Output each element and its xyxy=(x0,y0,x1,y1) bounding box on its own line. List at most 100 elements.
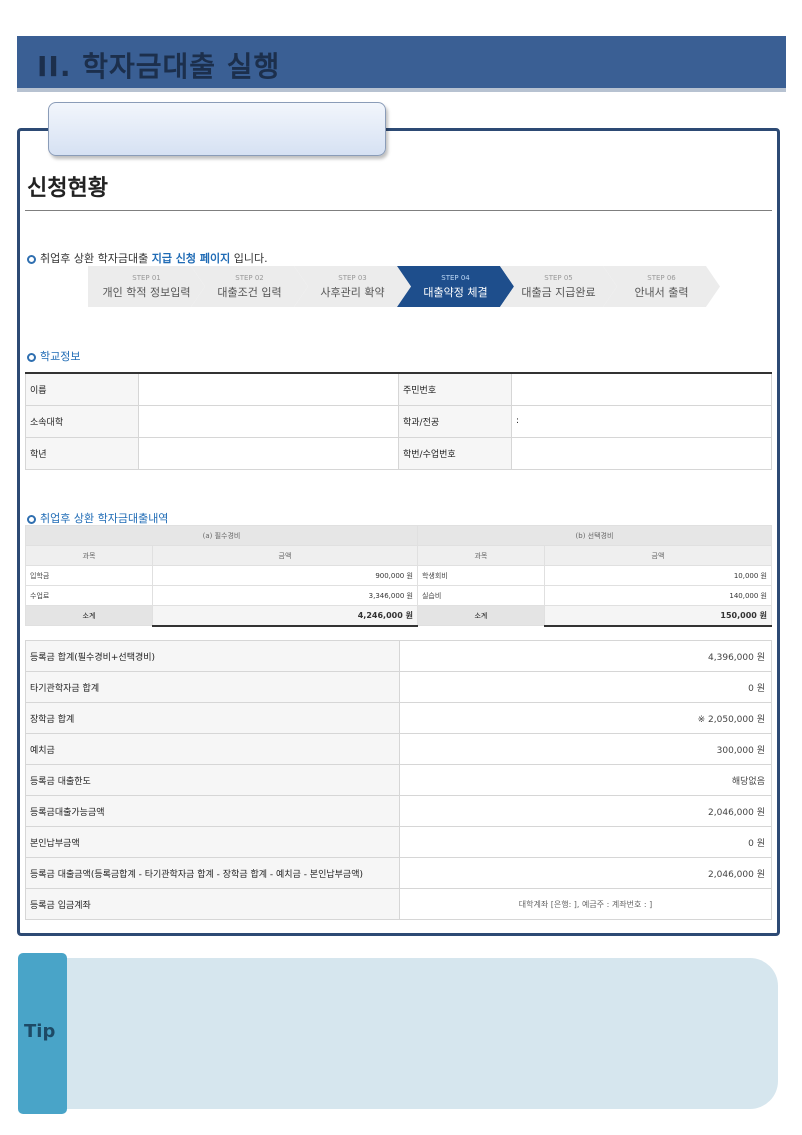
table-row: 타기관학자금 합계 0 원 xyxy=(25,671,772,703)
step-number: STEP 01 xyxy=(132,274,161,282)
step-1: STEP 01 개인 학적 정보입력 xyxy=(88,266,205,307)
tip-box xyxy=(22,958,778,1109)
name-label: 이름 xyxy=(25,372,139,406)
step-number: STEP 03 xyxy=(338,274,367,282)
account-label: 등록금 입금계좌 xyxy=(25,888,400,920)
university-value xyxy=(138,404,399,438)
table-row: 학년 학번/수업번호 xyxy=(25,436,772,470)
summary-table: 등록금 합계(필수경비+선택경비) 4,396,000 원 타기관학자금 합계 … xyxy=(25,640,772,920)
table-row: 등록금 입금계좌 대학계좌 [은행: ], 예금주 : 계좌번호 : ] xyxy=(25,888,772,920)
account-value: 대학계좌 [은행: ], 예금주 : 계좌번호 : ] xyxy=(399,888,772,920)
table-row: 입학금 900,000 원 학생회비 10,000 원 xyxy=(25,565,773,586)
a-subtotal: 4,246,000 원 xyxy=(152,605,418,627)
summary-label: 등록금대출가능금액 xyxy=(25,795,400,827)
step-6: STEP 06 안내서 출력 xyxy=(603,266,720,307)
circle-bullet-icon xyxy=(27,514,36,524)
circle-bullet-icon xyxy=(27,254,36,264)
banner-title: II. 학자금대출 실행 xyxy=(37,50,281,83)
summary-label: 등록금 대출한도 xyxy=(25,764,400,796)
table-row: 등록금 대출금액(등록금합계 - 타기관학자금 합계 - 장학금 합계 - 예치… xyxy=(25,857,772,889)
summary-label: 본인납부금액 xyxy=(25,826,400,858)
intro-highlight: 지급 신청 페이지 xyxy=(151,252,231,265)
loan-detail-title-text: 취업후 상환 학자금대출내역 xyxy=(40,512,169,525)
step-label: 안내서 출력 xyxy=(634,286,689,299)
loan-detail-table: (a) 필수경비 (b) 선택경비 과목 금액 과목 금액 입학금 900,00… xyxy=(25,525,773,627)
step-number: STEP 06 xyxy=(647,274,676,282)
table-row: 이름 주민번호 xyxy=(25,372,772,406)
summary-value: 2,046,000 원 xyxy=(399,857,772,889)
a-amount: 900,000 원 xyxy=(152,565,418,586)
summary-value: 300,000 원 xyxy=(399,733,772,765)
step-4-current: STEP 04 대출약정 체결 xyxy=(397,266,514,307)
table-row: 소속대학 학과/전공 : xyxy=(25,404,772,438)
grade-label: 학년 xyxy=(25,436,139,470)
step-label: 사후관리 확약 xyxy=(320,286,385,299)
table-row: 장학금 합계 ※ 2,050,000 원 xyxy=(25,702,772,734)
col-item-b: 과목 xyxy=(416,545,545,566)
step-number: STEP 02 xyxy=(235,274,264,282)
school-info-title: 학교정보 xyxy=(27,348,80,364)
table-row: 예치금 300,000 원 xyxy=(25,733,772,765)
summary-label: 예치금 xyxy=(25,733,400,765)
table-row: 등록금 대출한도 해당없음 xyxy=(25,764,772,796)
step-label: 대출약정 체결 xyxy=(423,286,488,299)
page-title: 신청현황 xyxy=(27,176,108,201)
summary-label: 등록금 합계(필수경비+선택경비) xyxy=(25,640,400,672)
department-value: : xyxy=(511,404,772,438)
step-progress: STEP 01 개인 학적 정보입력 STEP 02 대출조건 입력 STEP … xyxy=(88,266,720,307)
title-banner: II. 학자금대출 실행 xyxy=(17,36,786,88)
a-item: 입학금 xyxy=(25,565,153,586)
summary-label: 타기관학자금 합계 xyxy=(25,671,400,703)
b-amount: 140,000 원 xyxy=(543,585,773,606)
university-label: 소속대학 xyxy=(25,404,139,438)
header-tab xyxy=(48,102,386,156)
b-item: 학생회비 xyxy=(416,565,545,586)
b-amount: 10,000 원 xyxy=(543,565,773,586)
name-value xyxy=(138,372,399,406)
summary-label: 등록금 대출금액(등록금합계 - 타기관학자금 합계 - 장학금 합계 - 예치… xyxy=(25,857,400,889)
col-amount-a: 금액 xyxy=(152,545,418,566)
grade-value xyxy=(138,436,399,470)
school-info-title-text: 학교정보 xyxy=(40,350,81,363)
col-amount-b: 금액 xyxy=(543,545,773,566)
circle-bullet-icon xyxy=(27,352,36,362)
a-amount: 3,346,000 원 xyxy=(152,585,418,606)
step-number: STEP 05 xyxy=(544,274,573,282)
intro-prefix: 취업후 상환 학자금대출 xyxy=(40,252,149,265)
rrn-label: 주민번호 xyxy=(398,372,512,406)
summary-value: 0 원 xyxy=(399,826,772,858)
step-number: STEP 04 xyxy=(441,274,470,282)
a-subtotal-label: 소계 xyxy=(25,605,153,626)
a-item: 수업료 xyxy=(25,585,153,606)
b-item: 실습비 xyxy=(416,585,545,606)
section-b-header: (b) 선택경비 xyxy=(416,525,773,546)
loan-detail-title: 취업후 상환 학자금대출내역 xyxy=(27,510,168,526)
step-2: STEP 02 대출조건 입력 xyxy=(191,266,308,307)
summary-label: 장학금 합계 xyxy=(25,702,400,734)
student-id-value xyxy=(511,436,772,470)
tip-label: Tip xyxy=(24,1021,56,1042)
summary-value: 0 원 xyxy=(399,671,772,703)
step-label: 개인 학적 정보입력 xyxy=(102,286,191,299)
table-row: 본인납부금액 0 원 xyxy=(25,826,772,858)
table-row: 수업료 3,346,000 원 실습비 140,000 원 xyxy=(25,585,773,606)
tip-tab: Tip xyxy=(18,953,67,1114)
table-header-row: 과목 금액 과목 금액 xyxy=(25,545,773,566)
summary-value: 2,046,000 원 xyxy=(399,795,772,827)
section-a-header: (a) 필수경비 xyxy=(25,525,418,546)
rrn-value xyxy=(511,372,772,406)
step-label: 대출조건 입력 xyxy=(217,286,282,299)
student-id-label: 학번/수업번호 xyxy=(398,436,512,470)
summary-value: 해당없음 xyxy=(399,764,772,796)
step-3: STEP 03 사후관리 확약 xyxy=(294,266,411,307)
b-subtotal-label: 소계 xyxy=(416,605,545,626)
b-subtotal: 150,000 원 xyxy=(543,605,773,627)
col-item-a: 과목 xyxy=(25,545,153,566)
table-row: 등록금 합계(필수경비+선택경비) 4,396,000 원 xyxy=(25,640,772,672)
table-row: 등록금대출가능금액 2,046,000 원 xyxy=(25,795,772,827)
intro-text: 취업후 상환 학자금대출 지급 신청 페이지 입니다. xyxy=(27,250,268,266)
department-label: 학과/전공 xyxy=(398,404,512,438)
intro-suffix: 입니다. xyxy=(233,252,268,265)
subtotal-row: 소계 4,246,000 원 소계 150,000 원 xyxy=(25,605,773,627)
summary-value: ※ 2,050,000 원 xyxy=(399,702,772,734)
